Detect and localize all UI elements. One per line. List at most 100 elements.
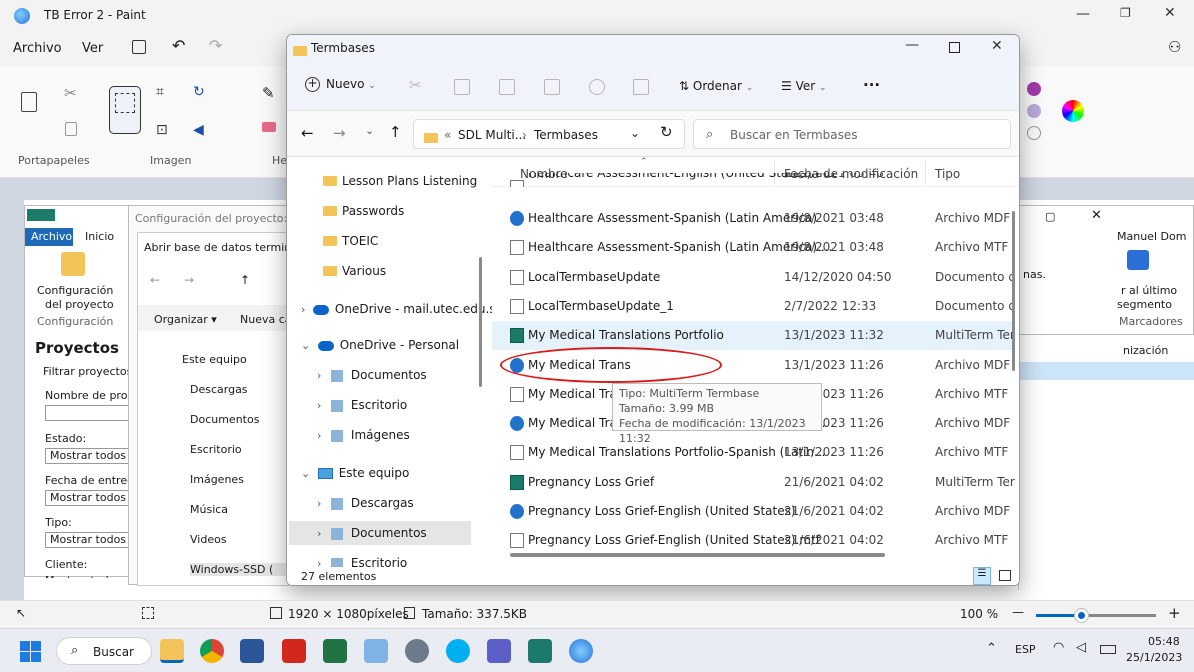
start-button[interactable] [20, 641, 41, 662]
sort-button[interactable]: ⇅ Ordenar ⌄ [679, 79, 753, 93]
expand-chevron-icon[interactable]: › [317, 429, 325, 442]
tray-chevron-icon[interactable]: ⌃ [986, 641, 997, 656]
copy-icon[interactable] [65, 122, 77, 136]
search-box[interactable]: ⌕ Buscar en Termbases [693, 119, 1011, 149]
notepad-icon[interactable] [364, 639, 388, 663]
organize-button[interactable]: Organizar ▾ [154, 313, 217, 326]
clock-time[interactable]: 05:48 [1148, 635, 1180, 648]
expand-chevron-icon[interactable]: › [317, 369, 325, 382]
bg-minimize[interactable]: ▢ [1045, 210, 1055, 223]
multiterm-icon[interactable] [528, 639, 552, 663]
nav-item[interactable]: › Escritorio [317, 393, 407, 417]
nav-item[interactable]: › Documentos [289, 521, 471, 545]
file-row[interactable]: Healthcare Assessment-English (United St… [492, 173, 1012, 187]
undo-icon[interactable]: ↶ [172, 36, 185, 55]
project-settings-icon[interactable] [61, 252, 85, 276]
edit-colors-icon[interactable] [1062, 100, 1084, 122]
expand-chevron-icon[interactable]: ⌄ [301, 339, 314, 352]
color-swatch-purple[interactable] [1027, 82, 1041, 96]
wifi-icon[interactable]: ◠ [1053, 640, 1064, 655]
word-icon[interactable] [240, 639, 264, 663]
copy-icon[interactable] [454, 79, 470, 95]
breadcrumb-sdl[interactable]: SDL Multi... [458, 128, 526, 142]
zoom-slider[interactable] [1036, 609, 1156, 622]
project-name-input[interactable] [45, 405, 129, 421]
file-row[interactable]: Pregnancy Loss Grief-English (United Sta… [492, 526, 1012, 555]
explorer-maximize-button[interactable] [949, 42, 960, 53]
breadcrumb-termbases[interactable]: Termbases [534, 128, 598, 142]
chrome-icon[interactable] [200, 639, 224, 663]
skype-icon[interactable] [446, 639, 470, 663]
refresh-button[interactable]: ↻ [660, 123, 673, 141]
file-row[interactable]: LocalTermbaseUpdate 14/12/2020 04:50 Docum… [492, 263, 1015, 292]
crop-icon[interactable]: ⌗ [156, 84, 164, 100]
expand-chevron-icon[interactable]: › [317, 399, 325, 412]
nav-downloads[interactable]: Descargas [190, 383, 248, 396]
paste-icon[interactable] [499, 79, 515, 95]
zoom-in-icon[interactable]: + [1168, 604, 1181, 622]
paste-icon[interactable] [21, 92, 37, 112]
nav-this-pc[interactable]: Este equipo [182, 353, 247, 366]
delivery-select[interactable]: Mostrar todos lc [45, 490, 129, 506]
nav-item[interactable]: Various [323, 259, 386, 283]
bg-close[interactable]: ✕ [1091, 208, 1102, 223]
color-swatch-lavender[interactable] [1027, 104, 1041, 118]
nav-item[interactable]: ⌄ OneDrive - Personal [301, 333, 459, 357]
state-select[interactable]: Mostrar todos lc [45, 448, 129, 464]
resize-icon[interactable]: ⊡ [156, 122, 168, 138]
expand-chevron-icon[interactable]: › [301, 303, 309, 316]
address-dropdown-icon[interactable]: ⌄ [630, 126, 640, 140]
recent-dropdown[interactable]: ⌄ [365, 124, 374, 137]
redo-icon[interactable]: ↷ [209, 36, 222, 55]
input-language[interactable]: ESP [1015, 643, 1036, 656]
forward-arrow-icon[interactable]: → [184, 273, 194, 287]
share-icon[interactable]: ⚇ [1168, 38, 1181, 56]
acrobat-icon[interactable] [282, 639, 306, 663]
eraser-icon[interactable] [262, 122, 276, 132]
delete-icon[interactable] [633, 79, 649, 95]
expand-chevron-icon[interactable]: › [317, 497, 325, 510]
expand-chevron-icon[interactable]: › [317, 527, 325, 540]
nav-music[interactable]: Música [190, 503, 228, 516]
address-bar[interactable]: « SDL Multi... › Termbases ⌄ [413, 119, 685, 149]
nav-item[interactable]: Passwords [323, 199, 404, 223]
nav-item[interactable]: › Documentos [317, 363, 427, 387]
explorer-minimize-button[interactable]: — [905, 37, 919, 53]
tiles-view-icon[interactable] [999, 570, 1011, 581]
menu-view[interactable]: Ver [82, 41, 103, 56]
nav-videos[interactable]: Videos [190, 533, 227, 546]
file-row[interactable]: LocalTermbaseUpdate_1 2/7/2022 12:33 Docum… [492, 292, 1015, 321]
color-swatch-empty[interactable] [1027, 126, 1041, 140]
maximize-button[interactable]: ❐ [1120, 6, 1131, 20]
save-icon[interactable] [132, 40, 146, 54]
zoom-slider-thumb[interactable] [1075, 609, 1088, 622]
expand-chevron-icon[interactable]: ⌄ [301, 467, 314, 480]
back-arrow-icon[interactable]: ← [150, 273, 160, 287]
minimize-button[interactable]: — [1076, 6, 1090, 22]
view-button[interactable]: ☰ Ver ⌄ [781, 79, 827, 93]
flip-icon[interactable]: ◀ [193, 122, 204, 138]
file-explorer-taskbar-icon[interactable] [160, 639, 184, 663]
explorer-close-button[interactable]: ✕ [991, 38, 1003, 54]
back-button[interactable]: ← [301, 124, 314, 142]
teams-icon[interactable] [487, 639, 511, 663]
tab-file[interactable]: Archivo [25, 228, 73, 246]
more-options-button[interactable]: ··· [863, 76, 880, 94]
excel-icon[interactable] [323, 639, 347, 663]
paint-taskbar-icon[interactable] [569, 639, 593, 663]
taskbar-search[interactable]: ⌕ Buscar [56, 637, 152, 665]
nav-windows-ssd[interactable]: Windows-SSD ( [190, 563, 290, 576]
nav-item[interactable]: › OneDrive - mail.utec.edu.sv [301, 297, 503, 321]
close-button[interactable]: ✕ [1164, 5, 1176, 21]
nav-desktop[interactable]: Escritorio [190, 443, 242, 456]
battery-icon[interactable] [1100, 645, 1116, 654]
nav-item[interactable]: Lesson Plans Listening [323, 169, 477, 193]
details-view-icon[interactable]: ☰ [973, 567, 991, 585]
up-button[interactable]: ↑ [389, 123, 402, 141]
jump-segment-icon[interactable] [1127, 250, 1149, 270]
clock-date[interactable]: 25/1/2023 [1126, 651, 1182, 664]
list-scrollbar[interactable] [1012, 211, 1015, 371]
type-select[interactable]: Mostrar todos lc [45, 532, 129, 548]
nav-item[interactable]: ⌄ Este equipo [301, 461, 409, 485]
up-arrow-icon[interactable]: ↑ [240, 273, 250, 287]
